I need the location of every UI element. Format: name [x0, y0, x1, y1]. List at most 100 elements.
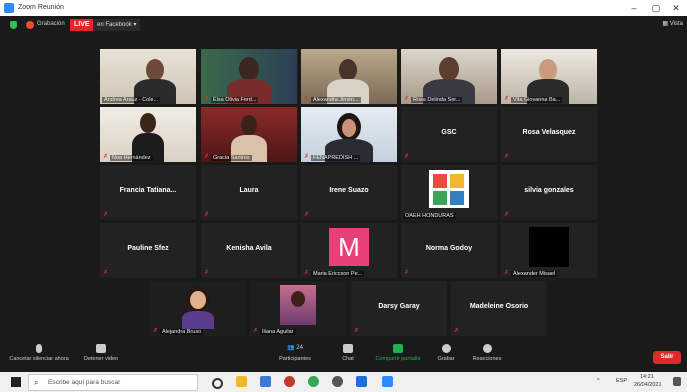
notifications-icon[interactable]: [673, 377, 681, 386]
maximize-button[interactable]: ▢: [647, 1, 665, 15]
live-badge[interactable]: LIVE: [70, 19, 94, 31]
participant-tile[interactable]: ✗ Gracia Santres: [201, 107, 297, 162]
muted-mic-icon: ✗: [204, 212, 210, 218]
clock-time[interactable]: 14:21: [640, 374, 654, 380]
app-icon[interactable]: [332, 376, 343, 387]
participant-name: Iliana Aguilar: [260, 329, 296, 335]
view-button[interactable]: ▦ Vista: [662, 20, 683, 27]
recording-label[interactable]: Grabación: [37, 21, 65, 27]
minimize-button[interactable]: –: [625, 1, 643, 15]
participant-tile[interactable]: Irene Suazo ✗: [301, 165, 397, 220]
participant-tile[interactable]: ✗ Iliana Aguilar: [250, 281, 346, 336]
participant-tile[interactable]: ✗ Alexander Misael: [501, 223, 597, 278]
chat-bubble-icon: [343, 344, 353, 353]
participant-name: Noa Hernández: [110, 155, 153, 161]
close-button[interactable]: ✕: [667, 1, 685, 15]
zoom-taskbar-icon[interactable]: [382, 376, 393, 387]
participant-tile[interactable]: ✗ Alexandra Jimén...: [301, 49, 397, 104]
participant-tile[interactable]: Pauline Sfez ✗: [100, 223, 196, 278]
shield-icon[interactable]: [10, 21, 17, 29]
participants-count: 24: [296, 345, 303, 351]
participant-tile[interactable]: Kenisha Avila ✗: [201, 223, 297, 278]
participant-name: Alexander Misael: [511, 271, 558, 277]
participant-video: [201, 107, 297, 162]
muted-mic-icon: ✗: [103, 154, 109, 160]
record-label: Grabar: [437, 356, 455, 362]
store-icon[interactable]: [260, 376, 271, 387]
unmute-label: Cancelar silenciar ahora: [9, 356, 69, 362]
muted-mic-icon: ✗: [504, 212, 510, 218]
tray-language[interactable]: ESP: [616, 378, 627, 384]
participant-video: [100, 49, 196, 104]
chrome-icon[interactable]: [308, 376, 319, 387]
organization-logo-icon: [429, 170, 469, 208]
participant-tile[interactable]: ✗ FENAPREDISH ...: [301, 107, 397, 162]
participant-name: FENAPREDISH ...: [311, 155, 361, 161]
muted-mic-icon: ✗: [404, 270, 410, 276]
muted-mic-icon: [36, 344, 42, 353]
participant-tile[interactable]: ✗ Vita Giovanna Ba...: [501, 49, 597, 104]
participant-name: Madeleine Osorio: [469, 303, 529, 310]
recording-dot-icon: [26, 21, 34, 29]
task-view-icon[interactable]: [212, 378, 223, 389]
participant-name: Kenisha Avila: [226, 245, 272, 252]
participant-tile[interactable]: ✗ Alejandra Bruso: [150, 281, 246, 336]
participant-tile[interactable]: Darsy Garay ✗: [351, 281, 447, 336]
participant-tile[interactable]: Andrea Arauz - Cole...: [100, 49, 196, 104]
file-explorer-icon[interactable]: [236, 376, 247, 387]
participants-icon: 👥: [287, 345, 295, 351]
participants-button[interactable]: 👥 24 Participantes: [272, 344, 318, 362]
smiley-icon: [482, 344, 492, 353]
record-button[interactable]: Grabar: [434, 344, 458, 362]
participant-tile[interactable]: ✗ Elsa Olivia Ferd...: [201, 49, 297, 104]
participant-tile[interactable]: ✗ Rosa Delinda Ser...: [401, 49, 497, 104]
participant-name: silvia gonzales: [524, 187, 574, 194]
stop-video-label: Detener video: [83, 356, 119, 362]
share-screen-button[interactable]: Compartir pantalla: [370, 344, 426, 362]
record-icon: [441, 344, 451, 353]
outlook-icon[interactable]: [356, 376, 367, 387]
participant-name: Laura: [239, 187, 259, 194]
participant-name: Darsy Garay: [378, 303, 420, 310]
muted-mic-icon: ✗: [404, 96, 410, 102]
participant-tile[interactable]: Rosa Velasquez ✗: [501, 107, 597, 162]
participant-name: Alejandra Bruso: [160, 329, 204, 335]
live-platform-dropdown[interactable]: en Facebook ▾: [93, 19, 141, 31]
chat-button[interactable]: Chat: [334, 344, 362, 362]
muted-mic-icon: ✗: [504, 270, 510, 276]
participant-tile[interactable]: GSC ✗: [401, 107, 497, 162]
participant-tile[interactable]: M ✗ Maria Ericcson Pe...: [301, 223, 397, 278]
muted-mic-icon: ✗: [354, 328, 360, 334]
muted-mic-icon: ✗: [454, 328, 460, 334]
participant-tile[interactable]: Norma Godoy ✗: [401, 223, 497, 278]
participant-name: GSC: [441, 129, 457, 136]
participant-name: Elsa Olivia Ferd...: [211, 97, 259, 103]
zoom-app-icon: [4, 3, 14, 13]
tray-chevron-icon[interactable]: ^: [597, 378, 600, 384]
participant-name: Gracia Santres: [211, 155, 252, 161]
taskbar-search-input[interactable]: ⌕ Escribe aquí para buscar: [28, 374, 198, 391]
muted-mic-icon: ✗: [304, 212, 310, 218]
reactions-button[interactable]: Reacciones: [470, 344, 504, 362]
participant-name: Andrea Arauz - Cole...: [102, 97, 161, 103]
participant-video: [150, 281, 246, 336]
stop-video-button[interactable]: Detener video: [78, 344, 124, 362]
participant-tile[interactable]: Francia Tatiana... ✗: [100, 165, 196, 220]
muted-mic-icon: ✗: [204, 96, 210, 102]
participants-label: Participantes: [279, 356, 311, 362]
participant-tile[interactable]: Madeleine Osorio ✗: [451, 281, 547, 336]
reactions-label: Reacciones: [472, 356, 502, 362]
participant-tile[interactable]: silvia gonzales ✗: [501, 165, 597, 220]
participant-tile[interactable]: ✗ Noa Hernández: [100, 107, 196, 162]
participant-tile[interactable]: OAEH HONDURAS: [401, 165, 497, 220]
muted-mic-icon: ✗: [304, 270, 310, 276]
opera-icon[interactable]: [284, 376, 295, 387]
participant-name: Rosa Delinda Ser...: [411, 97, 463, 103]
participant-tile[interactable]: Laura ✗: [201, 165, 297, 220]
leave-button[interactable]: Salir: [653, 351, 681, 364]
unmute-button[interactable]: Cancelar silenciar ahora: [8, 344, 70, 362]
clock-date[interactable]: 26/04/2021: [634, 382, 662, 388]
windows-start-icon[interactable]: [11, 377, 21, 387]
share-screen-label: Compartir pantalla: [375, 356, 421, 362]
participant-name: Vita Giovanna Ba...: [511, 97, 563, 103]
